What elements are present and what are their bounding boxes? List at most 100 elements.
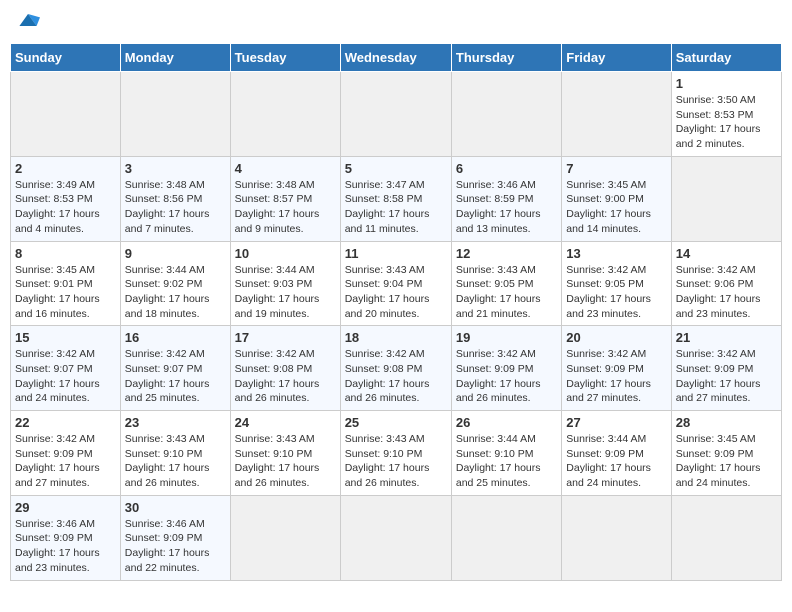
day-number: 15 [15,330,116,345]
day-number: 27 [566,415,666,430]
empty-cell [451,72,561,157]
day-number: 18 [345,330,447,345]
day-cell: 7Sunrise: 3:45 AMSunset: 9:00 PMDaylight… [562,156,671,241]
day-info: Sunrise: 3:47 AMSunset: 8:58 PMDaylight:… [345,179,430,235]
day-number: 1 [676,76,777,91]
day-cell: 4Sunrise: 3:48 AMSunset: 8:57 PMDaylight… [230,156,340,241]
empty-cell [230,495,340,580]
day-cell: 28 Sunrise: 3:45 AMSunset: 9:09 PMDayligh… [671,411,781,496]
day-number: 11 [345,246,447,261]
day-cell: 19 Sunrise: 3:42 AMSunset: 9:09 PMDayligh… [451,326,561,411]
empty-cell [120,72,230,157]
day-number: 28 [676,415,777,430]
day-number: 9 [125,246,226,261]
day-number: 10 [235,246,336,261]
day-info: Sunrise: 3:48 AMSunset: 8:56 PMDaylight:… [125,179,210,235]
column-header-thursday: Thursday [451,44,561,72]
day-cell: 5 Sunrise: 3:47 AMSunset: 8:58 PMDaylight… [340,156,451,241]
day-cell: 30 Sunrise: 3:46 AMSunset: 9:09 PMDayligh… [120,495,230,580]
day-number: 14 [676,246,777,261]
empty-cell [671,156,781,241]
day-info: Sunrise: 3:44 AMSunset: 9:10 PMDaylight:… [456,433,541,489]
day-info: Sunrise: 3:42 AMSunset: 9:06 PMDaylight:… [676,264,761,320]
day-cell: 13Sunrise: 3:42 AMSunset: 9:05 PMDayligh… [562,241,671,326]
day-info: Sunrise: 3:45 AMSunset: 9:09 PMDaylight:… [676,433,761,489]
column-header-saturday: Saturday [671,44,781,72]
day-cell: 3Sunrise: 3:48 AMSunset: 8:56 PMDaylight… [120,156,230,241]
day-number: 26 [456,415,557,430]
day-number: 12 [456,246,557,261]
calendar-table: SundayMondayTuesdayWednesdayThursdayFrid… [10,43,782,581]
calendar-row: 29 Sunrise: 3:46 AMSunset: 9:09 PMDayligh… [11,495,782,580]
column-header-tuesday: Tuesday [230,44,340,72]
day-info: Sunrise: 3:49 AMSunset: 8:53 PMDaylight:… [15,179,100,235]
day-info: Sunrise: 3:46 AMSunset: 9:09 PMDaylight:… [125,518,210,574]
day-number: 20 [566,330,666,345]
day-number: 25 [345,415,447,430]
day-info: Sunrise: 3:50 AMSunset: 8:53 PMDaylight:… [676,94,761,150]
day-number: 21 [676,330,777,345]
day-info: Sunrise: 3:42 AMSunset: 9:07 PMDaylight:… [125,348,210,404]
day-cell: 23 Sunrise: 3:43 AMSunset: 9:10 PMDayligh… [120,411,230,496]
day-cell: 8 Sunrise: 3:45 AMSunset: 9:01 PMDaylight… [11,241,121,326]
empty-cell [340,495,451,580]
calendar-row: 15 Sunrise: 3:42 AMSunset: 9:07 PMDayligh… [11,326,782,411]
day-cell: 11 Sunrise: 3:43 AMSunset: 9:04 PMDayligh… [340,241,451,326]
day-number: 4 [235,161,336,176]
day-info: Sunrise: 3:42 AMSunset: 9:08 PMDaylight:… [345,348,430,404]
day-cell: 21 Sunrise: 3:42 AMSunset: 9:09 PMDayligh… [671,326,781,411]
day-info: Sunrise: 3:42 AMSunset: 9:09 PMDaylight:… [676,348,761,404]
day-number: 13 [566,246,666,261]
day-cell: 17Sunrise: 3:42 AMSunset: 9:08 PMDayligh… [230,326,340,411]
day-info: Sunrise: 3:46 AMSunset: 9:09 PMDaylight:… [15,518,100,574]
day-number: 8 [15,246,116,261]
calendar-row: 8 Sunrise: 3:45 AMSunset: 9:01 PMDaylight… [11,241,782,326]
empty-cell [340,72,451,157]
empty-cell [230,72,340,157]
day-info: Sunrise: 3:44 AMSunset: 9:03 PMDaylight:… [235,264,320,320]
day-info: Sunrise: 3:42 AMSunset: 9:09 PMDaylight:… [456,348,541,404]
column-header-friday: Friday [562,44,671,72]
day-number: 6 [456,161,557,176]
day-info: Sunrise: 3:43 AMSunset: 9:04 PMDaylight:… [345,264,430,320]
calendar-header-row: SundayMondayTuesdayWednesdayThursdayFrid… [11,44,782,72]
day-number: 2 [15,161,116,176]
calendar-row: 22Sunrise: 3:42 AMSunset: 9:09 PMDayligh… [11,411,782,496]
logo [14,10,42,35]
column-header-monday: Monday [120,44,230,72]
day-info: Sunrise: 3:43 AMSunset: 9:05 PMDaylight:… [456,264,541,320]
empty-cell [671,495,781,580]
day-number: 29 [15,500,116,515]
day-number: 22 [15,415,116,430]
day-info: Sunrise: 3:43 AMSunset: 9:10 PMDaylight:… [235,433,320,489]
day-number: 17 [235,330,336,345]
day-info: Sunrise: 3:46 AMSunset: 8:59 PMDaylight:… [456,179,541,235]
day-number: 30 [125,500,226,515]
day-cell: 27Sunrise: 3:44 AMSunset: 9:09 PMDayligh… [562,411,671,496]
day-info: Sunrise: 3:45 AMSunset: 9:01 PMDaylight:… [15,264,100,320]
day-number: 19 [456,330,557,345]
day-cell: 9Sunrise: 3:44 AMSunset: 9:02 PMDaylight… [120,241,230,326]
day-cell: 20 Sunrise: 3:42 AMSunset: 9:09 PMDayligh… [562,326,671,411]
day-info: Sunrise: 3:43 AMSunset: 9:10 PMDaylight:… [125,433,210,489]
day-cell: 15Sunrise: 3:42 AMSunset: 9:07 PMDayligh… [11,326,121,411]
day-cell: 25 Sunrise: 3:43 AMSunset: 9:10 PMDayligh… [340,411,451,496]
calendar-row: 2 Sunrise: 3:49 AMSunset: 8:53 PMDaylight… [11,156,782,241]
day-cell: 14 Sunrise: 3:42 AMSunset: 9:06 PMDayligh… [671,241,781,326]
day-cell: 22Sunrise: 3:42 AMSunset: 9:09 PMDayligh… [11,411,121,496]
day-number: 23 [125,415,226,430]
day-cell: 24Sunrise: 3:43 AMSunset: 9:10 PMDayligh… [230,411,340,496]
day-cell: 12 Sunrise: 3:43 AMSunset: 9:05 PMDayligh… [451,241,561,326]
day-cell: 29 Sunrise: 3:46 AMSunset: 9:09 PMDayligh… [11,495,121,580]
day-info: Sunrise: 3:43 AMSunset: 9:10 PMDaylight:… [345,433,430,489]
day-cell: 10 Sunrise: 3:44 AMSunset: 9:03 PMDayligh… [230,241,340,326]
day-info: Sunrise: 3:42 AMSunset: 9:09 PMDaylight:… [566,348,651,404]
day-number: 5 [345,161,447,176]
day-cell: 1 Sunrise: 3:50 AMSunset: 8:53 PMDaylight… [671,72,781,157]
column-header-sunday: Sunday [11,44,121,72]
day-number: 7 [566,161,666,176]
column-header-wednesday: Wednesday [340,44,451,72]
day-cell: 2 Sunrise: 3:49 AMSunset: 8:53 PMDaylight… [11,156,121,241]
empty-cell [11,72,121,157]
day-number: 16 [125,330,226,345]
